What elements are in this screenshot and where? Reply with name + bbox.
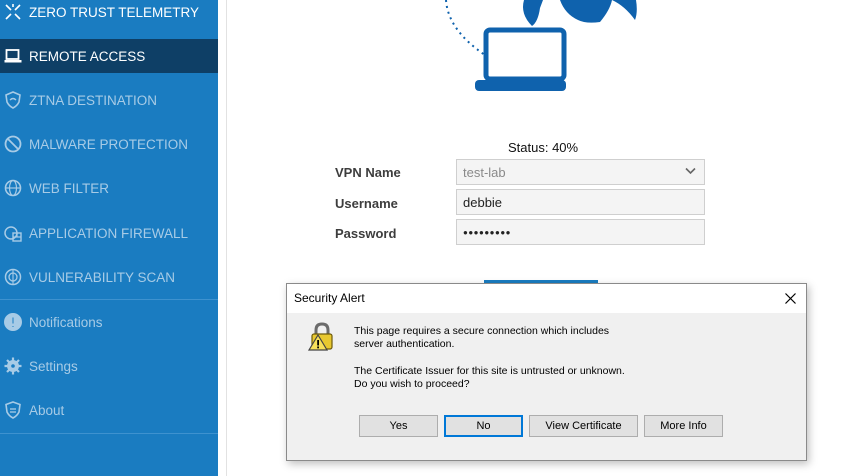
shield-icon: [3, 90, 23, 110]
dialog-message-line: This page requires a secure connection w…: [354, 325, 610, 337]
vpn-name-label: VPN Name: [335, 165, 401, 180]
chevron-down-icon: [685, 167, 696, 175]
remote-access-illustration: [445, 0, 637, 91]
password-input[interactable]: ●●●●●●●●●: [456, 219, 705, 245]
no-button[interactable]: No: [444, 415, 523, 437]
security-lock-warning-icon: [307, 322, 333, 351]
security-alert-dialog: Security Alert This page requires a secu…: [286, 283, 807, 461]
sidebar-item-about[interactable]: About: [0, 393, 218, 427]
sidebar-item-vulnerability-scan[interactable]: VULNERABILITY SCAN: [0, 260, 218, 294]
sidebar: ZERO TRUST TELEMETRY REMOTE ACCESS ZTNA …: [0, 0, 218, 476]
sidebar-item-label: About: [29, 402, 65, 418]
dialog-title-bar: Security Alert: [287, 284, 806, 313]
connection-status: Status: 40%: [508, 140, 579, 155]
scan-icon: [3, 267, 23, 287]
sidebar-item-application-firewall[interactable]: APPLICATION FIREWALL: [0, 216, 218, 250]
about-icon: [3, 400, 23, 420]
sidebar-divider: [0, 299, 218, 300]
sidebar-item-notifications[interactable]: Notifications: [0, 305, 218, 339]
sidebar-item-zero-trust-telemetry[interactable]: ZERO TRUST TELEMETRY: [0, 0, 218, 29]
sidebar-item-settings[interactable]: Settings: [0, 349, 218, 383]
sidebar-item-label: REMOTE ACCESS: [29, 48, 146, 64]
sidebar-item-remote-access[interactable]: REMOTE ACCESS: [0, 39, 218, 73]
username-label: Username: [335, 196, 398, 211]
dialog-title: Security Alert: [294, 291, 365, 305]
username-value: debbie: [463, 194, 503, 210]
sidebar-item-label: WEB FILTER: [29, 180, 110, 196]
sidebar-item-label: APPLICATION FIREWALL: [29, 225, 189, 241]
sidebar-item-label: MALWARE PROTECTION: [29, 136, 189, 152]
sidebar-item-label: Settings: [29, 358, 78, 374]
more-info-button[interactable]: More Info: [644, 415, 723, 437]
sidebar-item-ztna-destination[interactable]: ZTNA DESTINATION: [0, 83, 218, 117]
close-icon[interactable]: [780, 288, 800, 308]
password-label: Password: [335, 226, 397, 241]
telemetry-icon: [3, 2, 23, 22]
sidebar-item-label: ZTNA DESTINATION: [29, 92, 158, 108]
sidebar-item-web-filter[interactable]: WEB FILTER: [0, 171, 218, 205]
username-input[interactable]: debbie: [456, 189, 705, 215]
sidebar-item-label: VULNERABILITY SCAN: [29, 269, 176, 285]
sidebar-divider: [0, 433, 218, 434]
sidebar-item-label: ZERO TRUST TELEMETRY: [29, 4, 200, 20]
laptop-icon: [3, 46, 23, 66]
vpn-name-select[interactable]: test-lab: [456, 159, 705, 185]
view-certificate-button[interactable]: View Certificate: [529, 415, 638, 437]
yes-button[interactable]: Yes: [359, 415, 438, 437]
dialog-message-line: The Certificate Issuer for this site is …: [354, 365, 625, 377]
password-value: ●●●●●●●●●: [463, 227, 511, 237]
vpn-name-value: test-lab: [463, 164, 506, 180]
alert-icon: [3, 312, 23, 332]
sidebar-item-label: Notifications: [29, 314, 103, 330]
gear-icon: [3, 356, 23, 376]
malware-icon: [3, 134, 23, 154]
firewall-icon: [3, 223, 23, 243]
content-divider: [226, 0, 227, 476]
dialog-message-line: server authentication.: [354, 338, 455, 350]
dialog-message-line: Do you wish to proceed?: [354, 378, 470, 390]
sidebar-item-malware-protection[interactable]: MALWARE PROTECTION: [0, 127, 218, 161]
globe-icon: [3, 178, 23, 198]
